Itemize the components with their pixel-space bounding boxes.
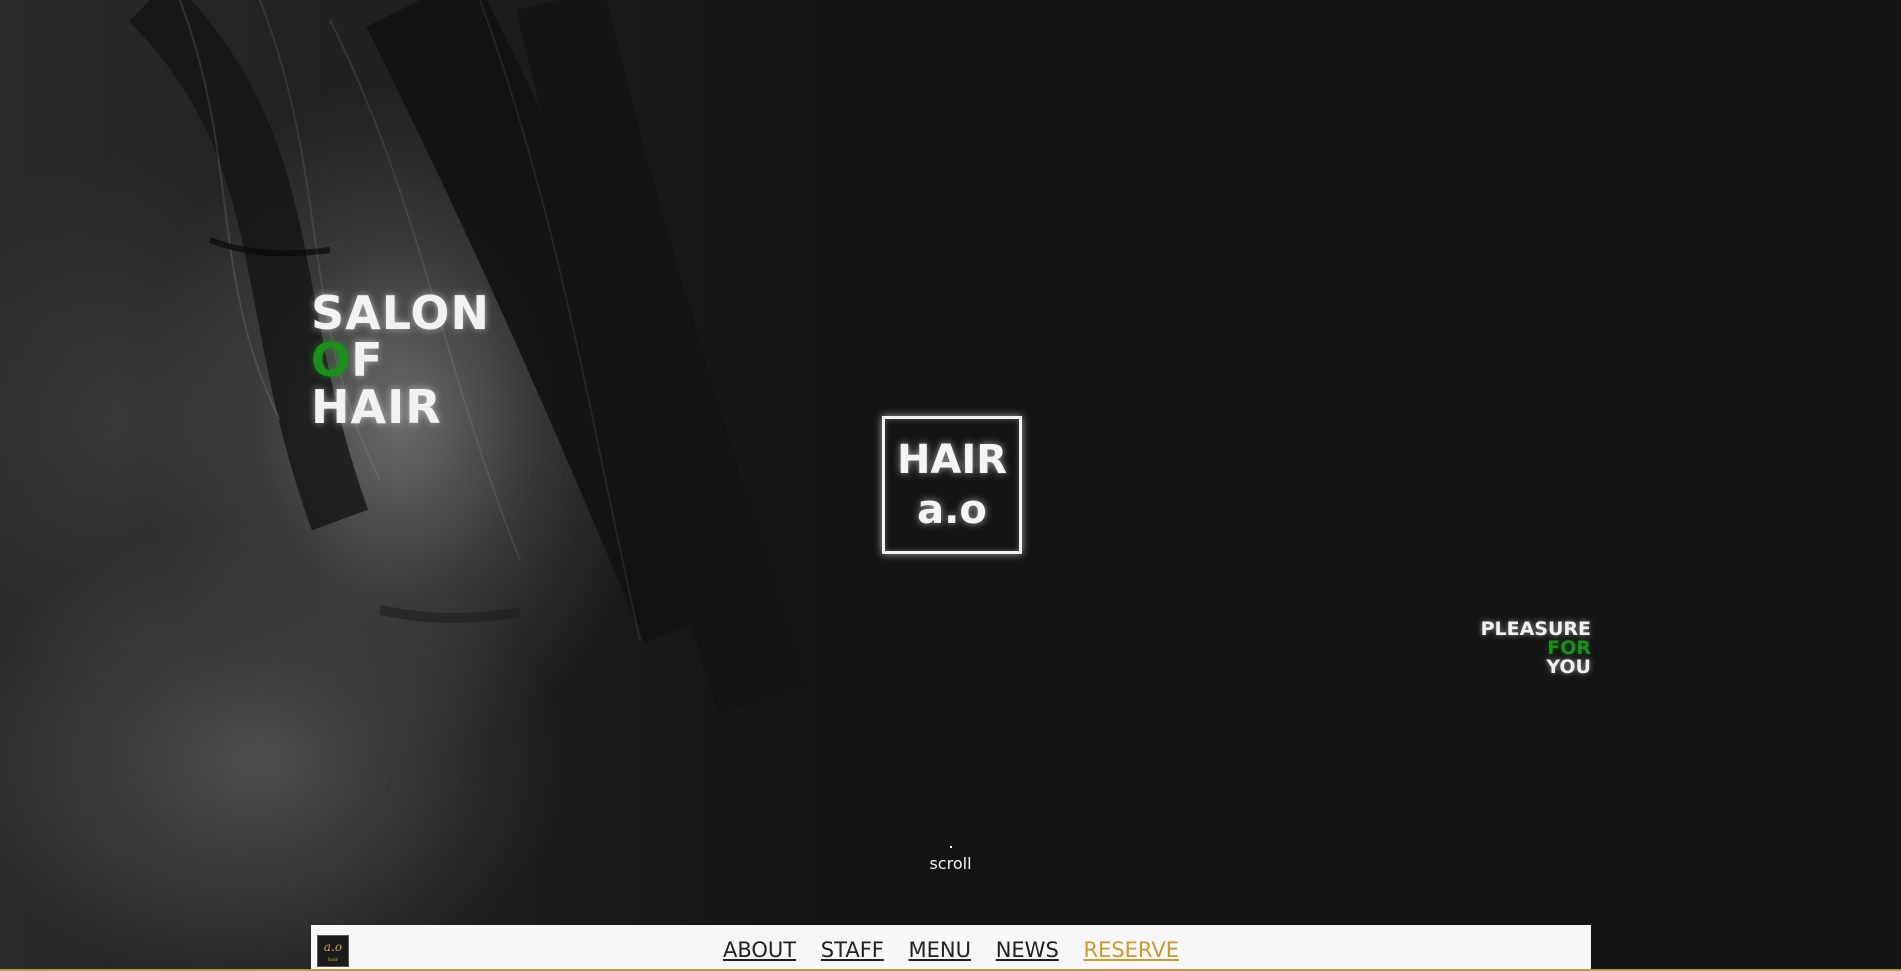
nav-link-about[interactable]: ABOUT [723, 938, 796, 962]
salon-title-line2-rest: F [351, 333, 384, 387]
logo-line2: a.o [917, 487, 987, 533]
salon-title-line1: SALON [311, 286, 491, 340]
tagline: PLEASURE FOR YOU [1481, 620, 1591, 677]
salon-title-accent-letter: O [311, 333, 352, 387]
salon-title: SALON OF HAIR [311, 290, 490, 431]
nav-link-menu[interactable]: MENU [909, 938, 971, 962]
nav-links: ABOUT STAFF MENU NEWS RESERVE [311, 938, 1591, 962]
salon-title-line3: HAIR [311, 380, 442, 434]
scroll-indicator-dot [950, 846, 952, 848]
scroll-hint: scroll [929, 854, 972, 873]
nav-link-staff[interactable]: STAFF [821, 938, 884, 962]
tagline-line3: YOU [1546, 656, 1591, 678]
hair-strands-decoration [128, 0, 804, 713]
nav-link-reserve[interactable]: RESERVE [1083, 938, 1179, 962]
hero-section: SALON OF HAIR HAIR a.o PLEASURE FOR YOU … [0, 0, 1901, 971]
main-navbar: a.o hair ABOUT STAFF MENU NEWS RESERVE [311, 925, 1591, 971]
hair-ao-logo: HAIR a.o [882, 416, 1022, 554]
nav-link-news[interactable]: NEWS [996, 938, 1059, 962]
salon-title-line2: OF [311, 337, 490, 384]
logo-line1: HAIR [896, 437, 1008, 483]
